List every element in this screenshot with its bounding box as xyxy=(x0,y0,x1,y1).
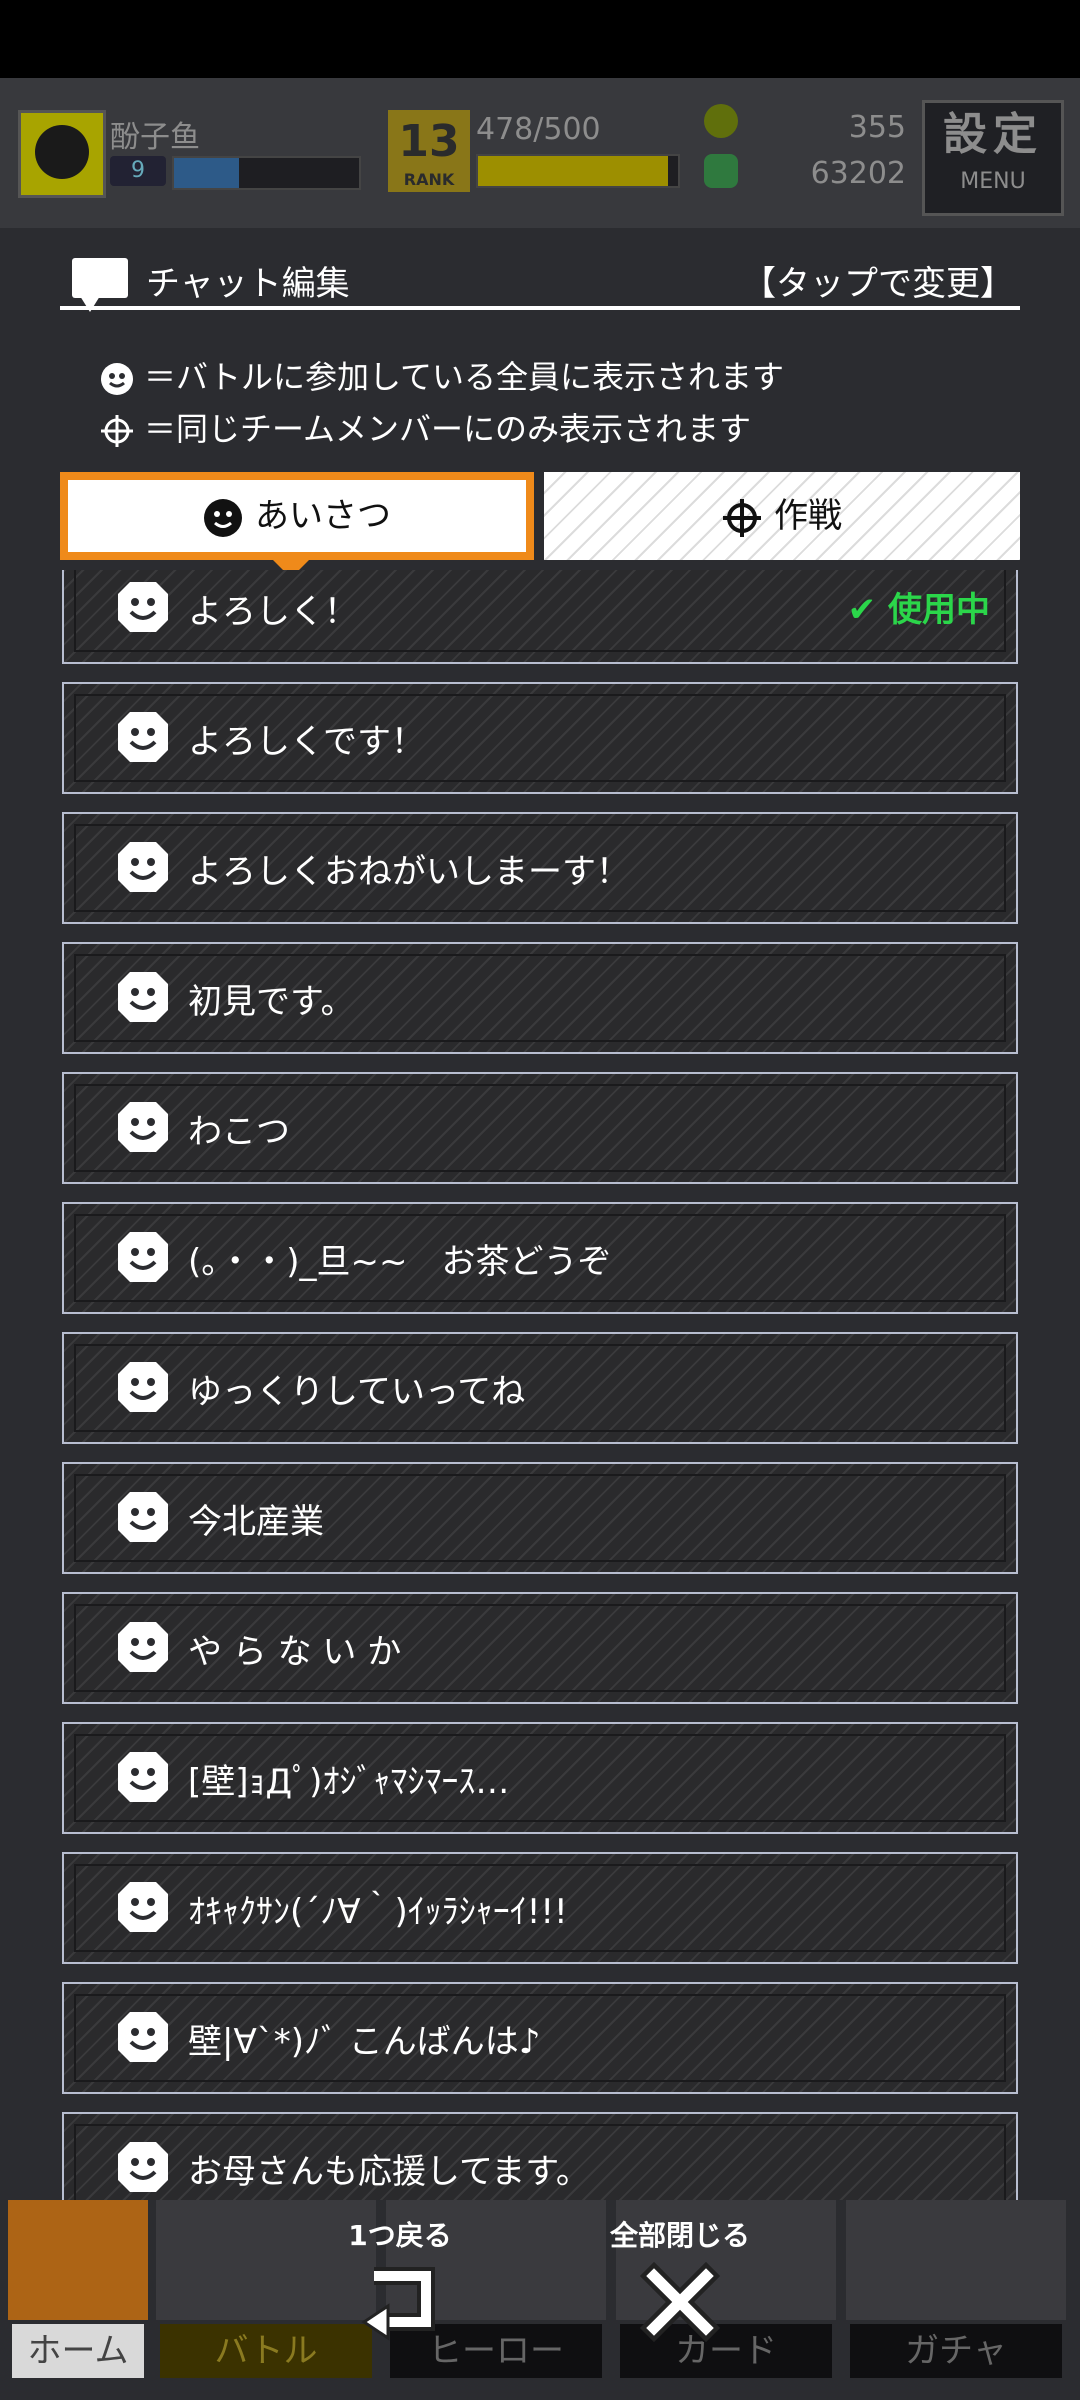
face-icon xyxy=(116,580,170,634)
face-icon xyxy=(116,2140,170,2194)
xp-bar xyxy=(172,156,361,190)
legend-team-text: ＝同じチームメンバーにのみ表示されます xyxy=(144,410,752,448)
chat-item-label: ゆっくりしていってね xyxy=(188,1372,526,1412)
chat-item-label: よろしくです！ xyxy=(188,722,425,762)
nav-home-button[interactable]: ホーム xyxy=(8,2200,148,2380)
chat-list[interactable]: よろしく！ ✔ 使用中よろしくです！ よろしくおねがいしまーす！ 初見です。わこつ (。… xyxy=(62,570,1018,2200)
chat-edit-header: チャット編集 【タップで変更】 xyxy=(60,250,1020,312)
chat-item[interactable]: お母さんも応援してます。 xyxy=(62,2112,1018,2200)
chat-item-label: ｵｷｬｸｻﾝ(´ﾉ∀｀)ｲｯﾗｼｬｰｲ!!! xyxy=(188,1892,568,1932)
coin-icon xyxy=(704,104,738,138)
chat-item-label: 今北産業 xyxy=(188,1502,324,1542)
settings-menu-button[interactable]: 設定 MENU xyxy=(922,100,1064,216)
face-icon xyxy=(116,1230,170,1284)
tap-to-change-label[interactable]: 【タップで変更】 xyxy=(742,256,1014,305)
crosshair-icon xyxy=(101,415,133,447)
nav-gacha-label: ガチャ xyxy=(850,2324,1062,2378)
face-icon xyxy=(116,1490,170,1544)
chat-item-label: 初見です。 xyxy=(188,982,355,1022)
tab-greetings[interactable]: あいさつ xyxy=(60,472,534,578)
legend-all-text: ＝バトルに参加している全員に表示されます xyxy=(144,358,785,396)
player-name: 酚子鱼 xyxy=(110,120,200,155)
chat-item[interactable]: ｵｷｬｸｻﾝ(´ﾉ∀｀)ｲｯﾗｼｬｰｲ!!! xyxy=(62,1852,1018,1964)
back-arrow-icon xyxy=(361,2267,435,2341)
chat-item[interactable]: や ら な い か xyxy=(62,1592,1018,1704)
in-use-label: 使用中 xyxy=(888,590,990,630)
chat-item[interactable]: よろしくです！ xyxy=(62,682,1018,794)
legend-team: ＝同じチームメンバーにのみ表示されます xyxy=(100,404,751,450)
chat-item[interactable]: 初見です。 xyxy=(62,942,1018,1054)
rank-number: 13 xyxy=(398,116,460,167)
close-icon xyxy=(639,2261,721,2343)
close-all-label: 全部閉じる xyxy=(609,2219,750,2252)
tab-greetings-label: あいさつ xyxy=(255,496,391,536)
gem-count: 63202 xyxy=(810,156,906,191)
menu-label: MENU xyxy=(960,169,1026,194)
face-icon xyxy=(116,2010,170,2064)
chat-item-label: よろしく！ xyxy=(188,592,358,632)
chat-item[interactable]: 壁|∀`*)ﾉﾞ こんばんは♪ xyxy=(62,1982,1018,2094)
header-divider xyxy=(60,306,1020,310)
tab-strategy[interactable]: 作戦 xyxy=(544,472,1020,560)
level-badge: 9 xyxy=(110,156,166,186)
nav-home-label: ホーム xyxy=(12,2324,144,2378)
chat-item-label: [壁]ｮДﾟ)ｵｼﾞｬﾏｼﾏｰｽ… xyxy=(188,1762,510,1802)
face-icon xyxy=(116,710,170,764)
tab-strategy-label: 作戦 xyxy=(774,496,842,536)
chat-item[interactable]: [壁]ｮДﾟ)ｵｼﾞｬﾏｼﾏｰｽ… xyxy=(62,1722,1018,1834)
chat-item-label: (。・・)_旦~~ お茶どうぞ xyxy=(188,1242,612,1282)
chat-item-label: よろしくおねがいしまーす！ xyxy=(188,852,630,892)
stamina-value: 478/500 xyxy=(476,112,601,147)
gem-icon xyxy=(704,154,738,188)
in-use-badge: ✔ 使用中 xyxy=(848,582,990,631)
chat-item-label: や ら な い か xyxy=(188,1632,402,1672)
face-icon xyxy=(204,498,242,537)
rank-badge: 13 RANK xyxy=(388,110,470,192)
face-icon xyxy=(116,1360,170,1414)
chat-item-label: お母さんも応援してます。 xyxy=(188,2152,590,2192)
home-icon xyxy=(8,2200,148,2320)
chat-item[interactable]: よろしく！ ✔ 使用中 xyxy=(62,570,1018,664)
chat-item[interactable]: (。・・)_旦~~ お茶どうぞ xyxy=(62,1202,1018,1314)
rank-label: RANK xyxy=(403,170,455,189)
settings-label: 設定 xyxy=(943,109,1043,160)
chat-item-label: 壁|∀`*)ﾉﾞ こんばんは♪ xyxy=(188,2022,541,2062)
close-all-button[interactable]: 全部閉じる xyxy=(590,2216,770,2346)
face-icon xyxy=(116,1620,170,1674)
face-icon xyxy=(116,1100,170,1154)
back-button[interactable]: 1つ戻る xyxy=(310,2216,490,2346)
face-icon xyxy=(116,970,170,1024)
stamina-bar xyxy=(476,154,680,188)
status-bar xyxy=(0,0,1080,78)
face-icon xyxy=(101,363,133,395)
checkmark-icon: ✔ xyxy=(847,590,888,630)
back-label: 1つ戻る xyxy=(348,2219,452,2252)
face-icon xyxy=(116,1750,170,1804)
chat-bubble-icon xyxy=(72,258,128,312)
avatar[interactable] xyxy=(18,110,106,198)
page-title: チャット編集 xyxy=(146,264,350,304)
chat-item[interactable]: 今北産業 xyxy=(62,1462,1018,1574)
nav-gacha-button[interactable]: ガチャ xyxy=(846,2200,1066,2380)
legend-all: ＝バトルに参加している全員に表示されます xyxy=(100,352,784,398)
coin-count: 355 xyxy=(848,110,906,145)
chat-item-label: わこつ xyxy=(188,1112,290,1152)
chat-item[interactable]: わこつ xyxy=(62,1072,1018,1184)
chat-item[interactable]: ゆっくりしていってね xyxy=(62,1332,1018,1444)
chat-item[interactable]: よろしくおねがいしまーす！ xyxy=(62,812,1018,924)
crosshair-icon xyxy=(723,498,761,537)
gacha-icon xyxy=(846,2200,1066,2320)
face-icon xyxy=(116,840,170,894)
face-icon xyxy=(116,1880,170,1934)
